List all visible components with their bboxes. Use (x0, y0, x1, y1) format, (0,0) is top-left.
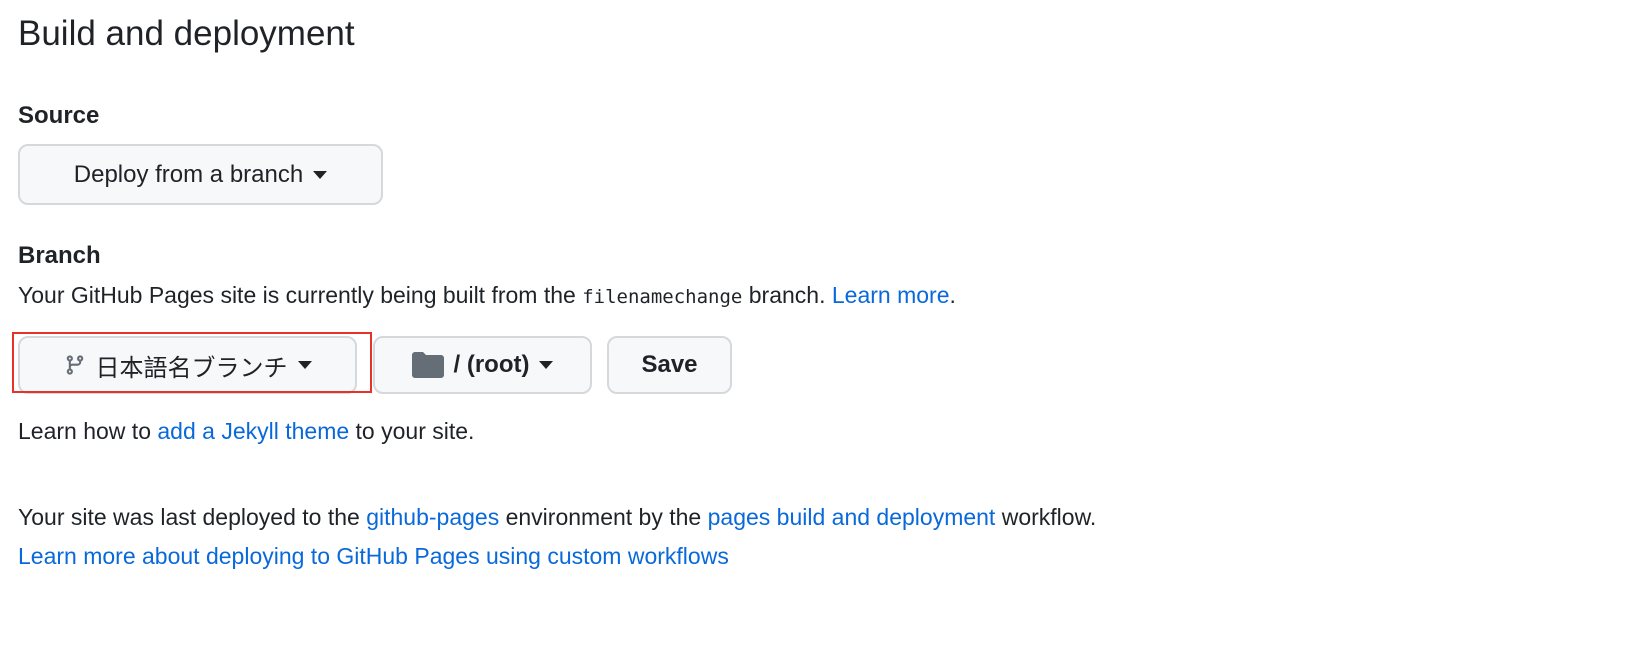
workflow-link[interactable]: pages build and deployment (708, 504, 996, 530)
deploy-text: Your site was last deployed to the githu… (18, 504, 1097, 530)
jekyll-theme-link[interactable]: add a Jekyll theme (157, 418, 349, 444)
branch-name: filenamechange (582, 286, 743, 308)
folder-select-button[interactable]: / (root) (373, 336, 592, 394)
folder-icon (411, 352, 444, 378)
folder-select-value: / (root) (453, 351, 530, 378)
jekyll-text: Learn how to add a Jekyll theme to your … (18, 418, 475, 444)
learn-more-link[interactable]: Learn more (832, 282, 950, 308)
section-title: Build and deployment (18, 14, 355, 53)
caret-down-icon (539, 361, 554, 369)
source-label: Source (18, 102, 100, 129)
branch-description: Your GitHub Pages site is currently bein… (18, 282, 956, 308)
source-dropdown[interactable]: Deploy from a branch (18, 144, 383, 205)
source-dropdown-value: Deploy from a branch (73, 160, 304, 188)
save-button[interactable]: Save (607, 336, 732, 394)
highlight-box (12, 332, 372, 393)
caret-down-icon (313, 170, 328, 179)
github-pages-env-link[interactable]: github-pages (366, 504, 499, 530)
branch-label: Branch (18, 242, 101, 269)
custom-workflows-link[interactable]: Learn more about deploying to GitHub Pag… (18, 543, 729, 569)
